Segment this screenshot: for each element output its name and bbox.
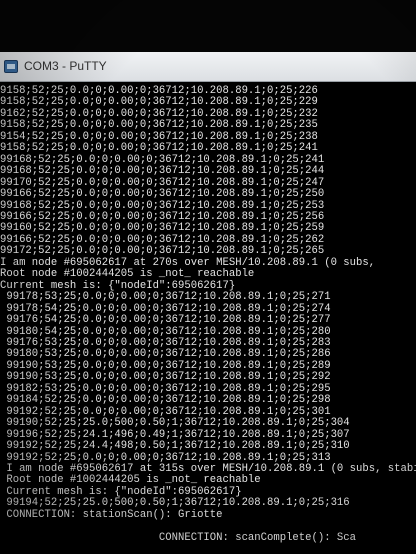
terminal-line: 99168;52;25;0.0;0;0.00;0;36712;10.208.89… [0,165,325,178]
window-title: COM3 - PuTTY [24,59,107,73]
terminal-line: 9158;52;25;0.0;0;0.00;0;36712;10.208.89.… [0,142,318,155]
terminal-line: 99192;52;25;24.4;498;0.50;1;36712;10.208… [0,440,350,453]
terminal-line: 99184;52;25;0.0;0;0.00;0;36712;10.208.89… [0,394,331,407]
terminal-line: 99176;54;25;0.0;0;0.00;0;36712;10.208.89… [0,314,331,327]
window-title-bar[interactable]: COM3 - PuTTY [0,52,416,82]
terminal-line: 99190;52;25;25.0;500;0.50;1;36712;10.208… [0,417,350,430]
terminal-line: CONNECTION: stationScan(): Griotte [0,508,223,521]
monitor-screen: COM3 - PuTTY 9158;52;25;0.0;0;0.00;0;367… [0,0,416,554]
terminal-line: Root node #1002444205 is _not_ reachable [0,268,255,281]
terminal-lines: 9158;52;25;0.0;0;0.00;0;36712;10.208.89.… [0,85,416,544]
terminal-line: 99178;53;25;0.0;0;0.00;0;36712;10.208.89… [0,291,331,304]
terminal-line: CONNECTION: scanComplete(): Sca [0,531,357,544]
terminal-line: 99166;52;25;0.0;0;0.00;0;36712;10.208.89… [0,188,325,201]
putty-terminal-icon [4,60,18,73]
terminal-output[interactable]: 9158;52;25;0.0;0;0.00;0;36712;10.208.89.… [0,82,416,554]
